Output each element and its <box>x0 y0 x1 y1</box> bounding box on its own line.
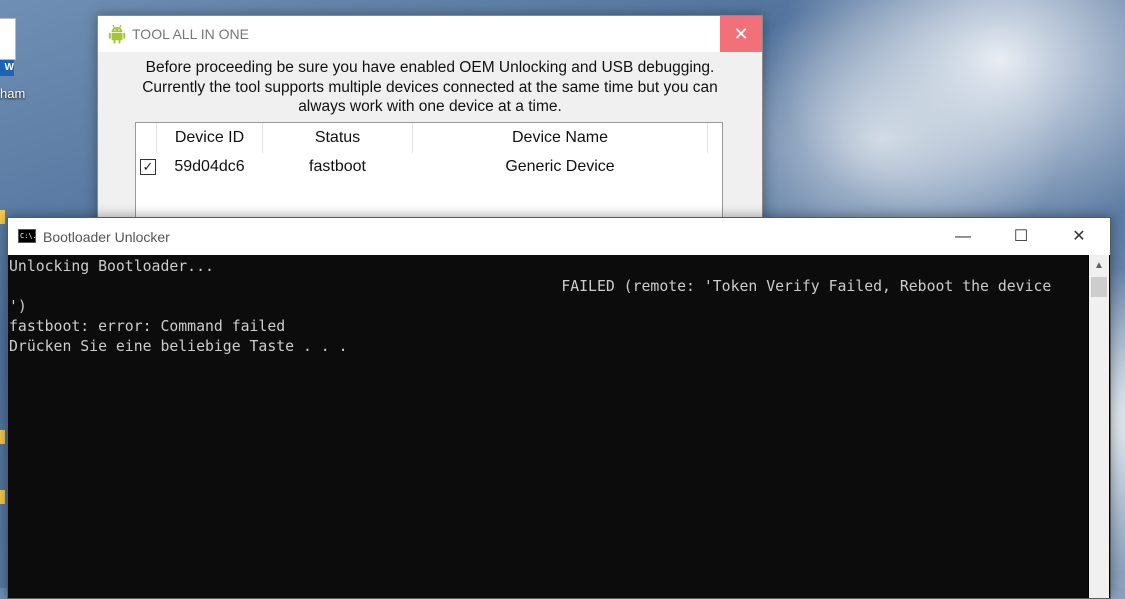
maximize-button[interactable]: ☐ <box>992 218 1050 255</box>
device-checkbox[interactable]: ✓ <box>140 159 156 175</box>
tool-window-title: TOOL ALL IN ONE <box>132 26 249 42</box>
cmd-icon: C:\. <box>18 229 37 243</box>
minimize-button[interactable]: — <box>934 218 992 255</box>
column-header-device-id[interactable]: Device ID <box>157 123 263 153</box>
column-header-device-name[interactable]: Device Name <box>413 123 708 153</box>
android-icon <box>108 24 126 44</box>
device-name-cell: Generic Device <box>505 158 615 175</box>
desktop-file-icon[interactable] <box>0 18 16 60</box>
scrollbar-thumb[interactable] <box>1091 277 1107 297</box>
device-status-cell: fastboot <box>309 158 366 175</box>
console-line: fastboot: error: Command failed <box>9 318 286 335</box>
close-icon: ✕ <box>1072 228 1086 245</box>
console-window-title: Bootloader Unlocker <box>43 229 170 245</box>
console-output[interactable]: Unlocking Bootloader... FAILED (remote: … <box>8 255 1088 598</box>
console-line: FAILED (remote: 'Token Verify Failed, Re… <box>9 278 1052 295</box>
scroll-up-button[interactable]: ▲ <box>1089 255 1109 275</box>
console-line: Drücken Sie eine beliebige Taste . . . <box>9 338 348 355</box>
vertical-scrollbar[interactable]: ▲ <box>1089 255 1109 598</box>
instructions-text: Before proceeding be sure you have enabl… <box>98 58 762 117</box>
console-line: ') <box>9 298 27 315</box>
checkbox-column-header[interactable] <box>136 123 157 153</box>
desktop-icon-label[interactable]: ham <box>0 86 25 101</box>
desktop-folder-icon[interactable] <box>0 490 5 504</box>
console-line: Unlocking Bootloader... <box>9 258 214 275</box>
tool-all-in-one-window: TOOL ALL IN ONE ✕ Before proceeding be s… <box>97 15 763 234</box>
bootloader-unlocker-console: C:\. Bootloader Unlocker — ☐ ✕ Unlocking… <box>7 217 1111 599</box>
minimize-icon: — <box>955 228 971 245</box>
close-icon: ✕ <box>733 24 749 44</box>
console-title-bar[interactable]: C:\. Bootloader Unlocker — ☐ ✕ <box>8 218 1110 255</box>
instructions-line: Before proceeding be sure you have enabl… <box>145 59 715 76</box>
console-close-button[interactable]: ✕ <box>1050 218 1108 255</box>
maximize-icon: ☐ <box>1013 228 1029 245</box>
checkmark-icon: ✓ <box>142 159 154 174</box>
close-button[interactable]: ✕ <box>720 16 762 52</box>
tool-title-bar[interactable]: TOOL ALL IN ONE ✕ <box>98 16 762 52</box>
column-header-status[interactable]: Status <box>263 123 413 153</box>
desktop-folder-icon[interactable] <box>0 430 5 444</box>
device-id-cell: 59d04dc6 <box>174 158 245 175</box>
instructions-line: always work with one device at a time. <box>298 98 562 115</box>
instructions-line: Currently the tool supports multiple dev… <box>142 78 718 96</box>
chevron-up-icon: ▲ <box>1094 260 1104 271</box>
desktop-folder-icon[interactable] <box>0 210 5 224</box>
word-badge-icon: W <box>0 60 14 76</box>
